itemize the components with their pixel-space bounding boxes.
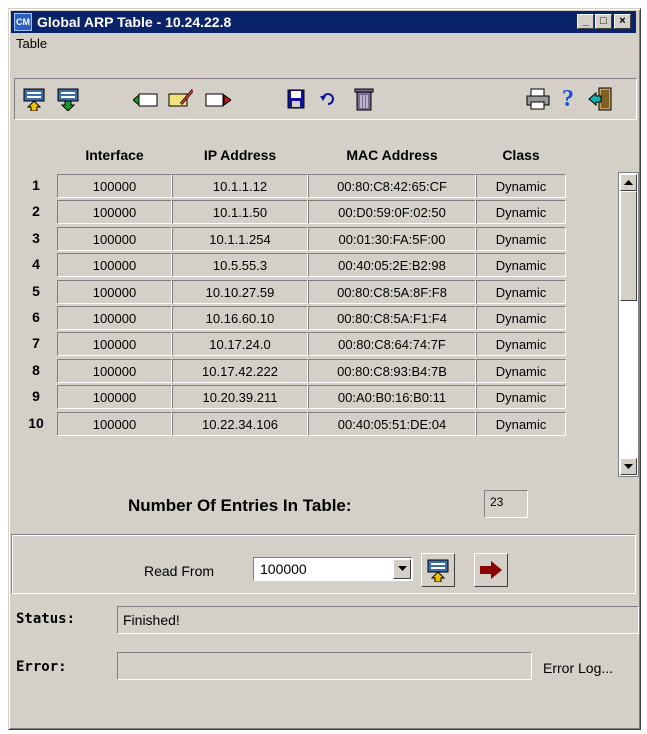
table-cell-interface[interactable]: 100000 [57,306,172,330]
trash-icon[interactable] [351,86,377,112]
close-button[interactable]: × [614,14,631,29]
table-cell-ip[interactable]: 10.1.1.254 [172,226,308,251]
table-cell-interface[interactable]: 100000 [57,253,172,278]
upload-icon [427,559,449,582]
table-cell-mac[interactable]: 00:40:05:2E:B2:98 [308,253,476,278]
table-cell-ip[interactable]: 10.10.27.59 [172,279,308,304]
table-cell-ip[interactable]: 10.20.39.211 [172,385,308,410]
table-cell-interface[interactable]: 100000 [57,200,172,225]
entries-count-value: 23 [484,490,528,518]
table-cell-interface[interactable]: 100000 [57,411,172,436]
undo-icon[interactable] [315,86,341,112]
scroll-up-button[interactable] [620,174,637,191]
row-number: 10 [28,414,44,431]
read-from-value: 100000 [260,561,307,577]
print-icon[interactable] [525,86,551,112]
row-number: 6 [32,309,40,325]
row-number: 9 [32,388,40,405]
row-number: 8 [32,361,40,378]
table-cell-ip[interactable]: 10.1.1.12 [172,174,308,198]
go-button[interactable] [474,553,508,587]
table-cell-cls[interactable]: Dynamic [476,200,566,225]
col-header-ip: IP Address [203,147,277,163]
scroll-thumb[interactable] [620,191,637,301]
col-header-mac: MAC Address [346,147,438,163]
table-cell-ip[interactable]: 10.5.55.3 [172,253,308,278]
arrow-right-icon [480,561,502,579]
edit-row-icon[interactable] [167,86,193,112]
upload-icon[interactable] [21,86,47,112]
table-cell-interface[interactable]: 100000 [57,226,172,251]
error-label: Error: [16,659,67,675]
table-cell-mac[interactable]: 00:80:C8:42:65:CF [308,174,476,198]
table-cell-cls[interactable]: Dynamic [476,279,566,304]
table-cell-cls[interactable]: Dynamic [476,411,566,436]
row-number: 7 [32,335,40,352]
table-cell-mac[interactable]: 00:40:05:51:DE:04 [308,411,476,436]
download-icon[interactable] [55,86,81,112]
title-bar[interactable]: CM Global ARP Table - 10.24.22.8 _ □ × [11,11,636,33]
table-cell-cls[interactable]: Dynamic [476,174,566,198]
minimize-button[interactable]: _ [577,14,594,29]
help-icon[interactable]: ? [555,86,581,112]
table-cell-cls[interactable]: Dynamic [476,226,566,251]
maximize-button[interactable]: □ [595,14,612,29]
table-cell-ip[interactable]: 10.17.42.222 [172,358,308,383]
read-from-label: Read From [144,563,215,579]
read-from-select[interactable]: 100000 [253,557,413,581]
table-cell-interface[interactable]: 100000 [57,279,172,304]
table-cell-cls[interactable]: Dynamic [476,253,566,278]
table-cell-ip[interactable]: 10.1.1.50 [172,200,308,225]
row-number: 1 [32,177,40,193]
menu-table[interactable]: Table [16,36,47,51]
save-icon[interactable] [283,86,309,112]
row-number: 2 [32,203,40,220]
table-cell-interface[interactable]: 100000 [57,332,172,357]
exit-icon[interactable] [587,86,613,112]
col-header-class: Class [502,147,540,163]
read-button[interactable] [421,553,455,587]
table-cell-mac[interactable]: 00:80:C8:93:B4:7B [308,358,476,383]
status-field: Finished! [117,606,639,634]
toolbar: ? [14,78,637,120]
table-cell-cls[interactable]: Dynamic [476,385,566,410]
table-cell-cls[interactable]: Dynamic [476,306,566,330]
table-cell-interface[interactable]: 100000 [57,358,172,383]
row-number: 5 [32,282,40,299]
table-cell-interface[interactable]: 100000 [57,385,172,410]
table-cell-cls[interactable]: Dynamic [476,332,566,357]
table-cell-mac[interactable]: 00:80:C8:5A:8F:F8 [308,279,476,304]
table-cell-ip[interactable]: 10.22.34.106 [172,411,308,436]
row-number: 3 [32,229,40,246]
table-cell-mac[interactable]: 00:D0:59:0F:02:50 [308,200,476,225]
table-cell-mac[interactable]: 00:01:30:FA:5F:00 [308,226,476,251]
app-icon: CM [14,13,32,31]
chevron-down-icon[interactable] [393,559,411,579]
delete-row-icon[interactable] [205,86,231,112]
window-title: Global ARP Table - 10.24.22.8 [37,14,232,30]
table-cell-mac[interactable]: 00:A0:B0:16:B0:11 [308,385,476,410]
table-cell-mac[interactable]: 00:80:C8:64:74:7F [308,332,476,357]
table-cell-ip[interactable]: 10.16.60.10 [172,306,308,330]
scroll-down-button[interactable] [620,458,637,475]
table-cell-ip[interactable]: 10.17.24.0 [172,332,308,357]
table-cell-cls[interactable]: Dynamic [476,358,566,383]
entries-count-label: Number Of Entries In Table: [128,496,352,515]
error-field [117,652,532,680]
table-cell-mac[interactable]: 00:80:C8:5A:F1:F4 [308,306,476,330]
insert-row-icon[interactable] [133,86,159,112]
table-scrollbar[interactable] [618,172,639,477]
table-cell-interface[interactable]: 100000 [57,174,172,198]
row-number: 4 [32,256,40,273]
col-header-interface: Interface [85,147,144,163]
status-label: Status: [16,611,76,627]
error-log-link[interactable]: Error Log... [543,660,613,676]
